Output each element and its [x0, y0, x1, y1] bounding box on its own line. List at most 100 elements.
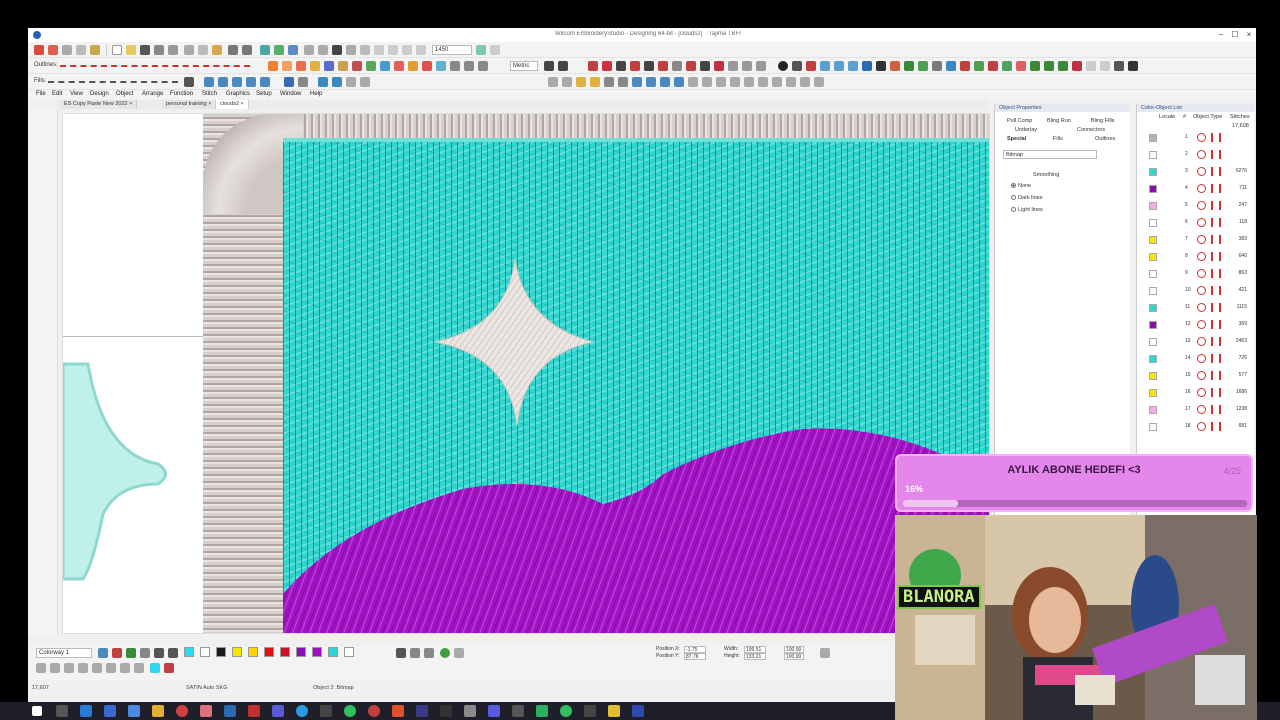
paste-icon[interactable] — [212, 45, 222, 55]
hand-icon[interactable] — [1114, 61, 1124, 71]
wilcom-icon[interactable] — [48, 45, 58, 55]
color-select-icon[interactable] — [150, 663, 160, 673]
app-icon-circle[interactable] — [296, 705, 308, 717]
remove-color-icon[interactable] — [168, 648, 178, 658]
order-icon[interactable] — [548, 77, 558, 87]
magnet-icon[interactable] — [558, 61, 568, 71]
color-object-row[interactable]: 12 369 — [1145, 319, 1249, 331]
smoothing-none-radio[interactable]: None — [1011, 183, 1031, 189]
whatsapp-icon[interactable] — [560, 705, 572, 717]
design-canvas[interactable] — [62, 113, 990, 634]
fast-forward-icon[interactable] — [304, 45, 314, 55]
zoom-icon[interactable] — [388, 45, 398, 55]
doc-tab-personal-training[interactable]: personal training × — [162, 100, 217, 109]
pin-icon[interactable] — [932, 61, 942, 71]
pencil-small-icon[interactable] — [140, 648, 150, 658]
lock-yellow-icon[interactable] — [576, 77, 586, 87]
minimize-button[interactable]: – — [1216, 30, 1226, 40]
color-object-row[interactable]: 14 726 — [1145, 353, 1249, 365]
tab-fills[interactable]: Fills — [1053, 136, 1063, 142]
align-icon[interactable] — [644, 61, 654, 71]
stitch-player-icon[interactable] — [260, 45, 270, 55]
palette-color-swatch[interactable] — [344, 647, 354, 657]
rose-icon[interactable] — [1072, 61, 1082, 71]
position-y-field[interactable]: 87.76 — [684, 653, 706, 660]
tab-bling-run[interactable]: Bling Run — [1047, 118, 1071, 124]
brush-icon[interactable] — [310, 61, 320, 71]
spotify-icon[interactable] — [344, 705, 356, 717]
thread-list-icon[interactable] — [396, 648, 406, 658]
print-preview-icon[interactable] — [168, 45, 178, 55]
knife-icon[interactable] — [64, 663, 74, 673]
color-object-row[interactable]: 10 421 — [1145, 285, 1249, 297]
stitch-edit-icon[interactable] — [988, 61, 998, 71]
palette-color-swatch[interactable] — [280, 647, 290, 657]
color-circle-icon[interactable] — [440, 648, 450, 658]
thread-chart-icon[interactable] — [112, 648, 122, 658]
open-folder-icon[interactable] — [126, 45, 136, 55]
view-icon[interactable] — [454, 648, 464, 658]
size5-icon[interactable] — [744, 77, 754, 87]
measure-icon[interactable] — [490, 45, 500, 55]
palette-color-swatch[interactable] — [312, 647, 322, 657]
tab-connectors[interactable]: Connectors — [1077, 127, 1105, 133]
combine-icon[interactable] — [134, 663, 144, 673]
ungroup-icon[interactable] — [332, 77, 342, 87]
maximize-button[interactable]: ☐ — [1230, 30, 1240, 40]
arrange2-icon[interactable] — [618, 77, 628, 87]
zoom-box-icon[interactable] — [402, 45, 412, 55]
app-icon-light[interactable] — [464, 705, 476, 717]
tie-icon[interactable] — [630, 61, 640, 71]
color-object-row[interactable]: 6 118 — [1145, 217, 1249, 229]
pen-icon[interactable] — [282, 61, 292, 71]
select-icon[interactable] — [36, 663, 46, 673]
lettering-icon[interactable] — [352, 61, 362, 71]
tab-special[interactable]: Special — [1007, 136, 1026, 142]
needle-icon[interactable] — [616, 61, 626, 71]
size9-icon[interactable] — [800, 77, 810, 87]
menu-design[interactable]: Design — [90, 91, 109, 97]
menu-graphics[interactable]: Graphics — [226, 91, 250, 97]
lock-proportion-icon[interactable] — [820, 648, 830, 658]
zoom-fit-icon[interactable] — [416, 45, 426, 55]
eyedropper-icon[interactable] — [918, 61, 928, 71]
app-icon-yellow[interactable] — [608, 705, 620, 717]
palette-tool-icon[interactable] — [98, 648, 108, 658]
play-icon[interactable] — [332, 45, 342, 55]
tab-bling-fills[interactable]: Bling Fills — [1091, 118, 1115, 124]
app-icon-dark[interactable] — [320, 705, 332, 717]
menu-help[interactable]: Help — [310, 91, 322, 97]
bitmap-dropdown[interactable]: Bitmap — [1003, 150, 1097, 159]
undo-icon[interactable] — [228, 45, 238, 55]
scale-height-field[interactable]: 100.00 — [784, 653, 804, 660]
check-icon[interactable] — [974, 61, 984, 71]
size7-icon[interactable] — [772, 77, 782, 87]
space2-icon[interactable] — [646, 77, 656, 87]
close-button[interactable]: × — [1244, 30, 1254, 40]
transform2-icon[interactable] — [960, 61, 970, 71]
monogram-icon[interactable] — [366, 61, 376, 71]
tool-icon[interactable] — [62, 45, 72, 55]
width-field[interactable]: 199.51 — [744, 646, 766, 653]
color-object-row[interactable]: 15 577 — [1145, 370, 1249, 382]
save-icon[interactable] — [140, 45, 150, 55]
cycle-icon[interactable] — [1044, 61, 1054, 71]
arc2-icon[interactable] — [756, 61, 766, 71]
size8-icon[interactable] — [786, 77, 796, 87]
size-icon[interactable] — [688, 77, 698, 87]
color-object-row[interactable]: 13 2463 — [1145, 336, 1249, 348]
leaf-icon[interactable] — [1002, 61, 1012, 71]
chrome-icon[interactable] — [176, 705, 188, 717]
app-icon-gray[interactable] — [440, 705, 452, 717]
grid-icon[interactable] — [374, 45, 384, 55]
table-icon[interactable] — [450, 61, 460, 71]
palette-color-swatch[interactable] — [328, 647, 338, 657]
palette-icon[interactable] — [1058, 61, 1068, 71]
frame-icon[interactable] — [848, 61, 858, 71]
bucket-icon[interactable] — [126, 648, 136, 658]
palette-color-swatch[interactable] — [232, 647, 242, 657]
zoom-apply-icon[interactable] — [476, 45, 486, 55]
group-icon[interactable] — [318, 77, 328, 87]
bling-icon[interactable] — [422, 61, 432, 71]
fill-tool-icon[interactable] — [324, 61, 334, 71]
